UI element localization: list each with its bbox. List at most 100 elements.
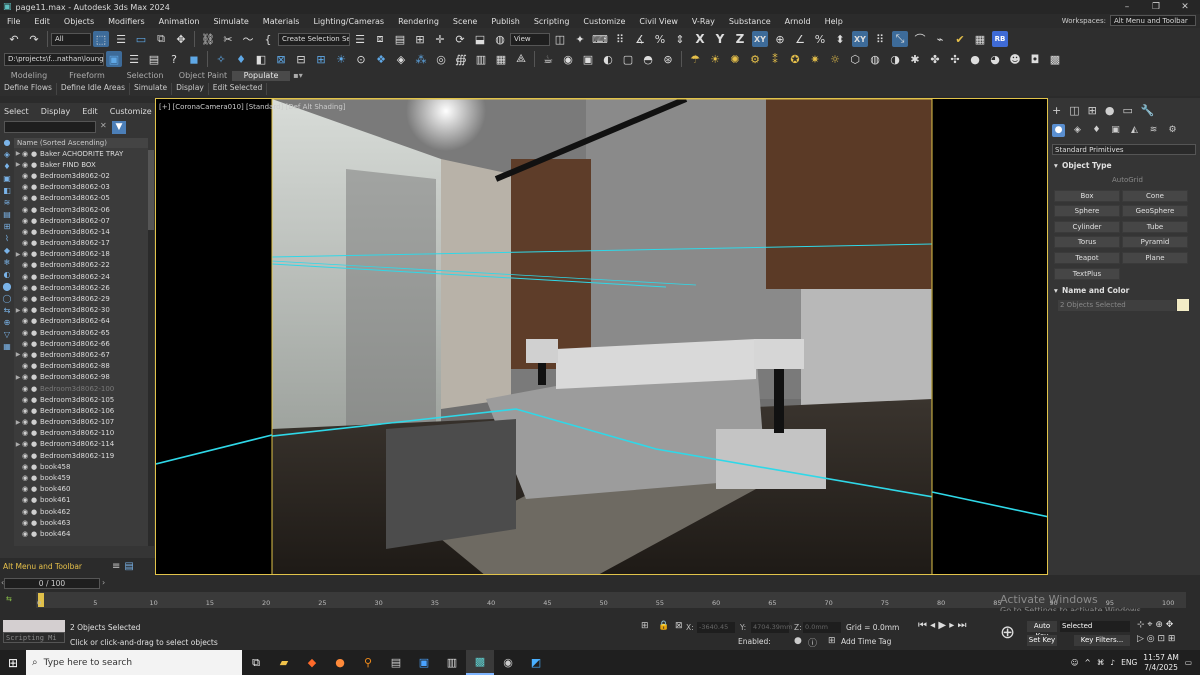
set-key-icon[interactable]: ⊕ <box>1000 622 1015 643</box>
define-flows-button[interactable]: Define Flows <box>0 83 57 95</box>
menu-rendering[interactable]: Rendering <box>391 17 446 26</box>
visibility-eye-icon[interactable]: ◉ <box>22 463 31 471</box>
hierarchy-tab-icon[interactable]: ⊞ <box>1088 104 1097 117</box>
list-item[interactable]: ◉ ● Bedroom3d8062-64 <box>14 316 148 327</box>
bind-space-warp-icon[interactable]: 〜 <box>240 31 256 47</box>
minimize-button[interactable]: – <box>1112 0 1142 14</box>
corona-volume-icon[interactable]: ✷ <box>807 51 823 67</box>
corona-material-icon[interactable]: ◑ <box>887 51 903 67</box>
frozen-filter-icon[interactable]: ❄ <box>4 258 11 267</box>
tab-modeling[interactable]: Modeling <box>0 71 58 81</box>
visibility-eye-icon[interactable]: ◉ <box>22 396 31 404</box>
tab-object-paint[interactable]: Object Paint <box>174 71 232 81</box>
grid-snap-icon[interactable]: ⠿ <box>872 31 888 47</box>
expand-toggle-icon[interactable]: ▶ <box>14 161 22 168</box>
display-button[interactable]: Display <box>172 83 209 95</box>
tab-populate[interactable]: Populate <box>232 71 290 81</box>
list-item[interactable]: ◉ ● Bedroom3d8062-110 <box>14 428 148 439</box>
list-item[interactable]: ◉ ● Bedroom3d8062-119 <box>14 450 148 461</box>
se-menu-edit[interactable]: Edit <box>82 107 98 116</box>
menu-lighting-cameras[interactable]: Lighting/Cameras <box>306 17 391 26</box>
list-item[interactable]: ◉ ● Bedroom3d8062-106 <box>14 405 148 416</box>
list-header[interactable]: Name (Sorted Ascending) <box>14 138 148 148</box>
menu-scripting[interactable]: Scripting <box>527 17 577 26</box>
name-color-rollout[interactable]: ▾ Name and Color <box>1052 285 1196 297</box>
create-tab-icon[interactable]: + <box>1052 104 1061 117</box>
list-item[interactable]: ◉ ● book461 <box>14 495 148 506</box>
percent-snap-icon[interactable]: % <box>652 31 668 47</box>
list-item[interactable]: ◉ ● Bedroom3d8062-22 <box>14 260 148 271</box>
visibility-eye-icon[interactable]: ◉ <box>22 206 31 214</box>
modify-tab-icon[interactable]: ◫ <box>1069 104 1079 117</box>
list-item[interactable]: ▶ ◉ ● Bedroom3d8062-98 <box>14 372 148 383</box>
visibility-eye-icon[interactable]: ◉ <box>22 194 31 202</box>
sort-icon[interactable]: ▤ <box>124 561 133 572</box>
firefox-icon[interactable]: ● <box>326 650 354 675</box>
visibility-eye-icon[interactable]: ◉ <box>22 261 31 269</box>
toolbar-more-icon[interactable]: ▩ <box>1047 51 1063 67</box>
pyramid-button[interactable]: Pyramid <box>1122 236 1188 248</box>
tube-button[interactable]: Tube <box>1122 221 1188 233</box>
brace-icon[interactable]: { <box>260 31 276 47</box>
visibility-eye-icon[interactable]: ◉ <box>22 150 31 158</box>
x-coordinate-field[interactable]: -3640.45 <box>697 622 735 633</box>
visibility-eye-icon[interactable]: ◉ <box>22 228 31 236</box>
frame-buffer-icon[interactable]: ◘ <box>1027 51 1043 67</box>
lock-selection-icon[interactable]: 🔒 <box>658 621 669 631</box>
brave-browser-icon[interactable]: ◆ <box>298 650 326 675</box>
teapot-button[interactable]: Teapot <box>1054 252 1120 264</box>
list-item[interactable]: ◉ ● Bedroom3d8062-02 <box>14 170 148 181</box>
cameras-filter-icon[interactable]: ▣ <box>3 174 11 183</box>
visibility-eye-icon[interactable]: ◉ <box>22 474 31 482</box>
hidden-filter-icon[interactable]: ◐ <box>4 270 11 279</box>
textplus-button[interactable]: TextPlus <box>1054 268 1120 280</box>
move-icon[interactable]: ✥ <box>173 31 189 47</box>
visibility-eye-icon[interactable]: ◉ <box>22 530 31 538</box>
visibility-eye-icon[interactable]: ◉ <box>22 340 31 348</box>
scale-icon[interactable]: ⬓ <box>472 31 488 47</box>
list-item[interactable]: ◉ ● Bedroom3d8062-88 <box>14 361 148 372</box>
scrollbar-thumb[interactable] <box>148 150 154 230</box>
menu-customize[interactable]: Customize <box>576 17 632 26</box>
visibility-eye-icon[interactable]: ◉ <box>22 362 31 370</box>
visibility-eye-icon[interactable]: ◉ <box>22 161 31 169</box>
list-item[interactable]: ◉ ● Bedroom3d8062-29 <box>14 293 148 304</box>
bulb-icon[interactable]: ♦ <box>233 51 249 67</box>
help-icon[interactable]: ? <box>166 51 182 67</box>
prev-frame-icon[interactable]: ‹ <box>1 578 4 587</box>
list-item[interactable]: ◉ ● Bedroom3d8062-07 <box>14 215 148 226</box>
search-app-icon[interactable]: ⚲ <box>354 650 382 675</box>
menu-modifiers[interactable]: Modifiers <box>101 17 152 26</box>
taskbar-search-box[interactable]: ⌕ Type here to search <box>26 650 242 675</box>
app-icon-generic[interactable]: ◉ <box>494 650 522 675</box>
viewport-nav-icons[interactable]: ⊹ ⌖ ⊕ ✥ <box>1137 620 1173 630</box>
menu-animation[interactable]: Animation <box>152 17 207 26</box>
undo-icon[interactable]: ↶ <box>6 31 22 47</box>
axis-y-button[interactable]: Y <box>712 31 728 47</box>
people-icon[interactable]: ☺ <box>1071 658 1079 667</box>
autogrid-checkbox[interactable]: AutoGrid <box>1112 176 1143 184</box>
absolute-mode-icon[interactable]: ⊠ <box>675 621 683 631</box>
visibility-eye-icon[interactable]: ◉ <box>22 440 31 448</box>
visibility-eye-icon[interactable]: ◉ <box>22 452 31 460</box>
lights-toggle-icon[interactable]: ☻ <box>1007 51 1023 67</box>
proxy-icon[interactable]: ◈ <box>393 51 409 67</box>
xrefs-filter-icon[interactable]: ⊞ <box>4 222 11 231</box>
redo-icon[interactable]: ↷ <box>26 31 42 47</box>
list-item[interactable]: ◉ ● Bedroom3d8062-06 <box>14 204 148 215</box>
object-color-swatch[interactable] <box>1177 299 1189 311</box>
systems-category-icon[interactable]: ⚙ <box>1166 124 1179 137</box>
edit-named-sel-icon[interactable]: ☰ <box>352 31 368 47</box>
motion-tab-icon[interactable]: ● <box>1105 104 1115 117</box>
pivot-icon[interactable]: ◫ <box>552 31 568 47</box>
axis-x-button[interactable]: X <box>692 31 708 47</box>
visibility-eye-icon[interactable]: ◉ <box>22 295 31 303</box>
visibility-eye-icon[interactable]: ◉ <box>22 496 31 504</box>
quick-align-icon[interactable]: ⊞ <box>412 31 428 47</box>
shapes-filter-icon[interactable]: ◈ <box>4 150 10 159</box>
angle-snap-icon[interactable]: ∡ <box>632 31 648 47</box>
add-time-tag[interactable]: Add Time Tag <box>841 637 891 646</box>
menu-vray[interactable]: V-Ray <box>685 17 722 26</box>
link-icon[interactable]: ⛓ <box>200 31 216 47</box>
close-button[interactable]: ✕ <box>1170 0 1200 14</box>
